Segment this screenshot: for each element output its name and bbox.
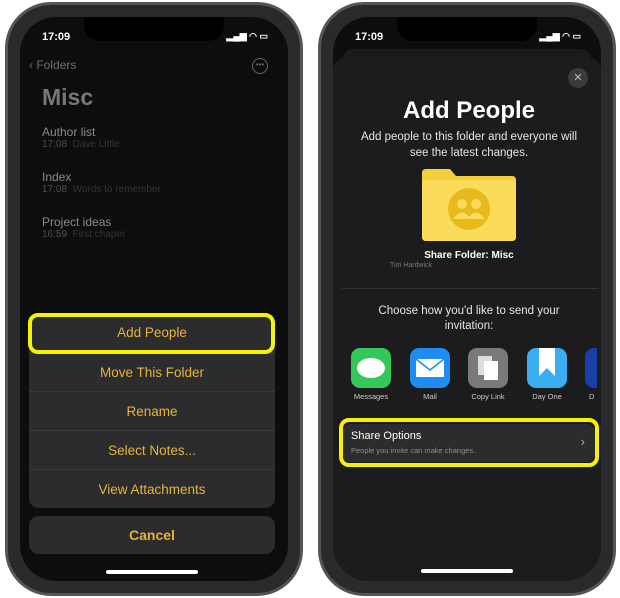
note-title: Index <box>42 170 72 184</box>
share-app-mail[interactable]: Mail <box>410 348 450 401</box>
share-app-partial[interactable] <box>585 348 597 388</box>
note-preview: First chaper <box>72 229 126 240</box>
app-label: Copy Link <box>471 392 505 401</box>
note-time: 16:59 <box>42 229 68 240</box>
status-time: 17:09 <box>355 31 384 43</box>
home-indicator <box>106 570 198 574</box>
more-icon[interactable]: ••• <box>252 58 268 74</box>
app-label: Day One <box>532 392 562 401</box>
rename-button[interactable]: Rename <box>29 391 275 430</box>
note-title: Project ideas <box>42 215 112 229</box>
share-app-copy-link[interactable]: Copy Link <box>468 348 508 401</box>
back-button[interactable]: ‹ Folders <box>29 58 76 72</box>
cancel-button[interactable]: Cancel <box>29 516 275 554</box>
back-label: Folders <box>36 58 77 72</box>
notch <box>84 17 224 41</box>
app-label: Messages <box>353 392 389 401</box>
sheet-description: Add people to this folder and everyone w… <box>360 131 578 159</box>
right-phone: 17:09 ▂▄▆ ◠ ▭ <box>318 2 616 596</box>
list-item[interactable]: Index 17:08 Words to remember <box>42 170 161 195</box>
status-time: 17:09 <box>42 31 71 43</box>
note-title: Author list <box>42 125 96 139</box>
folder-label: Share Folder: Misc <box>424 250 514 261</box>
envelope-icon <box>410 348 450 388</box>
move-folder-button[interactable]: Move This Folder <box>29 352 275 391</box>
share-app-messages[interactable]: Messages <box>351 348 391 401</box>
list-item[interactable]: Project ideas 16:59 First chaper <box>42 215 125 240</box>
highlight-box <box>28 313 275 354</box>
chevron-left-icon: ‹ <box>29 58 33 72</box>
home-indicator <box>421 569 513 573</box>
highlight-box <box>339 418 599 467</box>
note-time: 17:08 <box>42 139 68 150</box>
sheet-title: Add People <box>402 97 535 124</box>
note-preview: Dave Little <box>72 139 120 150</box>
list-item[interactable]: Author list 17:08 Dave Little <box>42 125 120 150</box>
status-icons: ▂▄▆ ◠ ▭ <box>226 31 268 41</box>
copy-icon <box>468 348 508 388</box>
note-time: 17:08 <box>42 184 68 195</box>
watermark: Tim Hardwick <box>390 262 433 269</box>
app-label: D <box>589 392 595 401</box>
bookmark-icon <box>527 348 567 388</box>
app-icon <box>585 348 597 388</box>
notch <box>397 17 537 41</box>
close-icon[interactable]: ✕ <box>568 68 588 88</box>
message-bubble-icon <box>351 348 391 388</box>
note-preview: Words to remember <box>72 184 161 195</box>
share-app-day-one[interactable]: Day One <box>527 348 567 401</box>
status-icons: ▂▄▆ ◠ ▭ <box>539 31 581 41</box>
page-title: Misc <box>42 84 94 110</box>
select-notes-button[interactable]: Select Notes... <box>29 430 275 469</box>
choose-text: Choose how you'd like to send your invit… <box>378 305 560 332</box>
folder-icon <box>420 167 518 243</box>
divider <box>342 288 598 289</box>
view-attachments-button[interactable]: View Attachments <box>29 469 275 508</box>
